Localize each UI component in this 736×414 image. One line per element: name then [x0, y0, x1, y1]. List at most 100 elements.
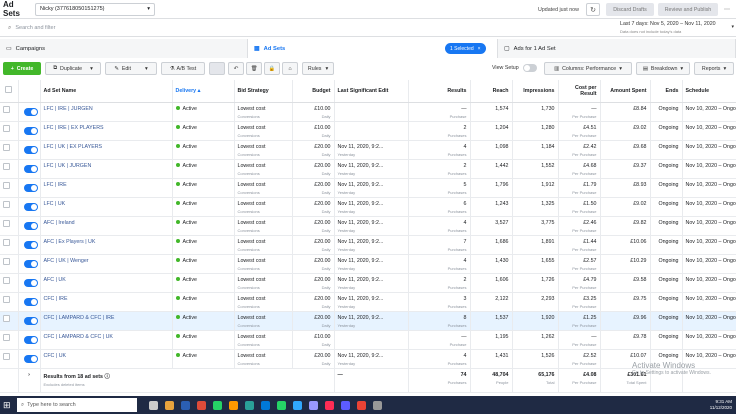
- ad-set-name-cell[interactable]: CFC | LAMPARD & CFC | IRE: [40, 311, 173, 331]
- system-clock[interactable]: 9:31 AM 11/12/2020: [710, 399, 732, 411]
- ad-set-name-cell[interactable]: AFC | Ireland: [40, 216, 173, 236]
- table-row[interactable]: CFC | IRE Active Lowest cost Conversions £20…: [0, 292, 736, 312]
- undo-button[interactable]: ↶: [228, 62, 244, 75]
- row-checkbox[interactable]: [3, 276, 10, 284]
- row-checkbox[interactable]: [3, 124, 10, 132]
- row-checkbox[interactable]: [3, 238, 10, 246]
- table-row[interactable]: CFC | LAMPARD & CFC | IRE Active Lowest co…: [0, 311, 736, 331]
- blank-button[interactable]: [209, 62, 225, 75]
- ad-set-name-link[interactable]: LFC | IRE: [44, 182, 67, 188]
- ad-set-name-cell[interactable]: CFC | LAMPARD & CFC | UK: [40, 330, 173, 350]
- edit-button[interactable]: ✎ Edit ▾: [105, 62, 157, 75]
- ad-set-name-link[interactable]: LFC | IRE | JURGEN: [44, 106, 93, 112]
- windows-start-icon[interactable]: ⊞: [3, 399, 15, 411]
- col-cost-per-result[interactable]: Cost per Result: [558, 80, 601, 103]
- whatsapp-icon[interactable]: [277, 400, 286, 410]
- row-checkbox[interactable]: [3, 333, 10, 341]
- col-results[interactable]: Results: [408, 80, 471, 103]
- table-row[interactable]: AFC | UK Active Lowest cost Conversions £20.…: [0, 273, 736, 293]
- row-select-cell[interactable]: [0, 121, 19, 141]
- row-status-toggle[interactable]: [23, 107, 38, 116]
- row-select-cell[interactable]: [0, 254, 19, 274]
- row-checkbox[interactable]: [3, 219, 10, 227]
- premiere-icon[interactable]: [309, 400, 318, 410]
- row-toggle-cell[interactable]: [18, 159, 41, 179]
- col-schedule[interactable]: Schedule: [682, 80, 736, 103]
- row-status-toggle[interactable]: [23, 335, 38, 344]
- ad-set-name-link[interactable]: CFC | LAMPARD & CFC | IRE: [44, 315, 115, 321]
- row-select-cell[interactable]: [0, 235, 19, 255]
- row-select-cell[interactable]: [0, 349, 19, 369]
- ad-set-name-link[interactable]: LFC | UK: [44, 201, 66, 207]
- ad-set-name-cell[interactable]: AFC | UK | Wenger: [40, 254, 173, 274]
- row-toggle-cell[interactable]: [18, 349, 41, 369]
- row-checkbox[interactable]: [3, 200, 10, 208]
- row-checkbox[interactable]: [3, 162, 10, 170]
- col-ends[interactable]: Ends: [650, 80, 683, 103]
- table-row[interactable]: AFC | UK | Wenger Active Lowest cost Conver…: [0, 254, 736, 274]
- row-toggle-cell[interactable]: [18, 102, 41, 122]
- ad-set-name-link[interactable]: AFC | UK | Wenger: [44, 258, 89, 264]
- table-row[interactable]: LFC | IRE | JURGEN Active Lowest cost Conve…: [0, 102, 736, 122]
- duplicate-button[interactable]: ⧉ Duplicate ▾: [45, 62, 101, 75]
- rules-button[interactable]: Rules ▾: [302, 62, 334, 75]
- row-status-toggle[interactable]: [23, 202, 38, 211]
- row-status-toggle[interactable]: [23, 183, 38, 192]
- row-select-cell[interactable]: [0, 197, 19, 217]
- row-checkbox[interactable]: [3, 105, 10, 113]
- app-icon[interactable]: [245, 400, 254, 410]
- ad-set-name-cell[interactable]: LFC | UK | JURGEN: [40, 159, 173, 179]
- row-select-cell[interactable]: [0, 273, 19, 293]
- row-status-toggle[interactable]: [23, 126, 38, 135]
- col-impressions[interactable]: Impressions: [512, 80, 559, 103]
- row-checkbox[interactable]: [3, 257, 10, 265]
- col-bid-strategy[interactable]: Bid Strategy: [234, 80, 293, 103]
- ad-set-name-link[interactable]: LFC | UK | JURGEN: [44, 163, 92, 169]
- ad-set-name-cell[interactable]: AFC | UK: [40, 273, 173, 293]
- row-toggle-cell[interactable]: [18, 121, 41, 141]
- row-toggle-cell[interactable]: [18, 330, 41, 350]
- ad-set-name-cell[interactable]: CFC | IRE: [40, 292, 173, 312]
- row-status-toggle[interactable]: [23, 221, 38, 230]
- row-toggle-cell[interactable]: [18, 311, 41, 331]
- table-row[interactable]: LFC | UK Active Lowest cost Conversions £20.…: [0, 197, 736, 217]
- row-checkbox[interactable]: [3, 181, 10, 189]
- ad-set-name-cell[interactable]: CFC | UK: [40, 349, 173, 369]
- ad-set-name-link[interactable]: AFC | Ex Players | UK: [44, 239, 96, 245]
- col-reach[interactable]: Reach: [470, 80, 513, 103]
- lock-button[interactable]: 🔒: [264, 62, 280, 75]
- account-selector[interactable]: Nicky (377618050151275) ▾: [35, 2, 155, 16]
- table-row[interactable]: LFC | IRE | EX PLAYERS Active Lowest cost C…: [0, 121, 736, 141]
- ad-set-name-cell[interactable]: LFC | UK: [40, 197, 173, 217]
- row-status-toggle[interactable]: [23, 259, 38, 268]
- file-explorer-icon[interactable]: [165, 400, 174, 410]
- table-row[interactable]: AFC | Ex Players | UK Active Lowest cost Co…: [0, 235, 736, 255]
- table-row[interactable]: LFC | UK | EX PLAYERS Active Lowest cost Co…: [0, 140, 736, 160]
- col-last-edit[interactable]: Last Significant Edit: [334, 80, 409, 103]
- ad-set-name-link[interactable]: AFC | UK: [44, 277, 66, 283]
- col-budget[interactable]: Budget: [292, 80, 335, 103]
- app-icon[interactable]: [341, 400, 350, 410]
- search-input[interactable]: Search and filter: [15, 25, 55, 31]
- row-toggle-cell[interactable]: [18, 235, 41, 255]
- row-toggle-cell[interactable]: [18, 292, 41, 312]
- row-status-toggle[interactable]: [23, 278, 38, 287]
- app-icon[interactable]: [373, 400, 382, 410]
- discard-drafts-button[interactable]: Discard Drafts: [606, 3, 654, 16]
- col-amount-spent[interactable]: Amount Spent: [600, 80, 651, 103]
- ad-set-name-link[interactable]: LFC | UK | EX PLAYERS: [44, 144, 103, 150]
- tab-campaigns[interactable]: ▭ Campaigns: [0, 39, 248, 58]
- row-status-toggle[interactable]: [23, 354, 38, 363]
- row-toggle-cell[interactable]: [18, 273, 41, 293]
- create-button[interactable]: + Create: [3, 62, 41, 75]
- row-select-cell[interactable]: [0, 140, 19, 160]
- row-select-cell[interactable]: [0, 216, 19, 236]
- row-checkbox[interactable]: [3, 295, 10, 303]
- row-status-toggle[interactable]: [23, 316, 38, 325]
- ad-set-name-link[interactable]: CFC | UK: [44, 353, 67, 359]
- row-status-toggle[interactable]: [23, 145, 38, 154]
- col-ad-set-name[interactable]: Ad Set Name: [40, 80, 173, 103]
- ad-set-name-cell[interactable]: LFC | IRE | JURGEN: [40, 102, 173, 122]
- refresh-button[interactable]: ↻: [586, 3, 600, 16]
- row-status-toggle[interactable]: [23, 297, 38, 306]
